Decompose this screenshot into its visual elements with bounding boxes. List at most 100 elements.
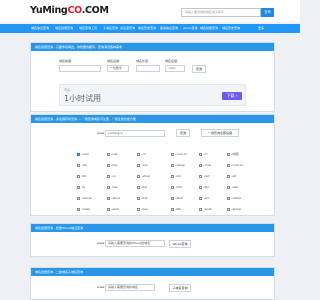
suffix-checkbox[interactable]: .ltd [77, 174, 86, 178]
checkbox-box[interactable] [227, 152, 230, 156]
suffix-checkbox[interactable]: .vip [77, 163, 87, 167]
checkbox-box[interactable] [137, 207, 140, 211]
suffix-checkbox[interactable]: .中国 [227, 152, 238, 156]
checkbox-box[interactable] [199, 196, 202, 200]
suffix-checkbox[interactable]: .com.cn [171, 152, 187, 156]
suffix-checkbox[interactable]: .club [199, 163, 211, 167]
suffix-query-button[interactable]: 查询 [176, 129, 190, 137]
checkbox-box[interactable] [107, 174, 110, 178]
nav-item-9[interactable]: 域名批量查询 [200, 24, 218, 33]
checkbox-box[interactable] [227, 163, 230, 167]
nav-item-3[interactable]: 域名查询工具 [79, 24, 97, 33]
checkbox-box[interactable] [107, 207, 110, 211]
checkbox-box[interactable] [137, 174, 140, 178]
suffix-checkbox[interactable]: .biz [199, 185, 209, 189]
checkbox-box[interactable] [77, 152, 80, 156]
whois-query-button[interactable]: Whois查询 [169, 240, 191, 248]
subdomain-query-button[interactable]: 子域名查询 [169, 284, 191, 292]
checkbox-box[interactable] [199, 152, 202, 156]
suffix-checkbox[interactable]: .xyz [137, 163, 148, 167]
checkbox-box[interactable] [77, 174, 80, 178]
suffix-checkbox[interactable]: .link [137, 196, 148, 200]
ad-download-button[interactable]: 下载 › [222, 92, 242, 100]
prefix-input[interactable] [59, 65, 101, 72]
checkbox-box[interactable] [77, 185, 80, 189]
header-search-input[interactable]: 请输入要查询的域名或关键字 [181, 8, 261, 17]
checkbox-box[interactable] [137, 152, 140, 156]
checkbox-box[interactable] [137, 163, 140, 167]
suffix-checkbox[interactable]: .co [107, 174, 116, 178]
suffix-checkbox[interactable]: .online [77, 196, 92, 200]
checkbox-box[interactable] [171, 196, 174, 200]
domain-input[interactable]: yumingco [105, 130, 165, 137]
checkbox-box[interactable] [107, 163, 110, 167]
suffix-checkbox[interactable]: .work [199, 207, 212, 211]
suffix-checkbox[interactable]: .fun [137, 185, 147, 189]
checkbox-box[interactable] [77, 196, 80, 200]
suffix-checkbox[interactable]: .life [171, 207, 181, 211]
suffix-checkbox[interactable]: .pro [199, 196, 209, 200]
suffix-checkbox[interactable]: .live [137, 207, 148, 211]
suffix-checkbox[interactable]: .shop [137, 174, 150, 178]
checkbox-box[interactable] [171, 207, 174, 211]
header-search-button[interactable]: 查询 [261, 8, 274, 17]
checkbox-box[interactable] [77, 163, 80, 167]
suffix-checkbox[interactable]: .tv [77, 185, 85, 189]
nav-item-1[interactable]: 域名信息查询 [31, 24, 49, 33]
batch-query-button[interactable]: 查询 [192, 65, 206, 73]
checkbox-box[interactable] [171, 185, 174, 189]
suffix-checkbox[interactable]: .name [227, 196, 241, 200]
type-select[interactable]: 一位数字 [107, 65, 129, 72]
suffix-checkbox[interactable]: .me [107, 185, 117, 189]
checkbox-box[interactable] [107, 196, 110, 200]
suffix-checkbox[interactable]: .cc [199, 152, 208, 156]
nav-item-6[interactable]: 域名历史查询 [138, 24, 156, 33]
suffix-checkbox[interactable]: .com [77, 152, 89, 156]
suffix-checkbox[interactable]: .mobi [77, 207, 90, 211]
suffix-checkbox[interactable]: .com.cn [227, 163, 243, 167]
suffix-checkbox[interactable]: .net [107, 152, 117, 156]
nav-item-7[interactable]: 备案信息查询 [160, 24, 178, 33]
nav-item-5[interactable]: 关注度查询 [120, 24, 135, 33]
suffix-checkbox[interactable]: .asia [107, 207, 119, 211]
checkbox-box[interactable] [227, 185, 230, 189]
checkbox-box[interactable] [171, 174, 174, 178]
checkbox-box[interactable] [227, 196, 230, 200]
nav-item-8[interactable]: whois查询 [183, 24, 198, 33]
checkbox-box[interactable] [199, 207, 202, 211]
nav-item-4[interactable]: 子域名查询 [103, 24, 118, 33]
checkbox-box[interactable] [77, 207, 80, 211]
nav-item-10[interactable]: 域名历史查询 [222, 24, 240, 33]
suffix-checkbox[interactable]: .art [227, 174, 237, 178]
checkbox-box[interactable] [171, 163, 174, 167]
checkbox-box[interactable] [227, 174, 230, 178]
suffix-checkbox[interactable]: .cn [137, 152, 146, 156]
checkbox-box[interactable] [199, 163, 202, 167]
checkbox-box[interactable] [199, 174, 202, 178]
checkbox-box[interactable] [137, 185, 140, 189]
suffix-checkbox[interactable]: .store [107, 196, 120, 200]
site-logo[interactable]: YuMingCO.COM [30, 5, 109, 16]
suffix-checkbox[interactable]: .wang [171, 163, 185, 167]
suffix-checkbox[interactable]: .tech [171, 196, 183, 200]
checkbox-box[interactable] [171, 152, 174, 156]
checkbox-box[interactable] [107, 152, 110, 156]
query-all-suffix-button[interactable]: 一键查询全部后缀 [201, 129, 239, 137]
ad-banner[interactable]: 节点 1小时试用 下载 › [59, 84, 246, 106]
suffix-checkbox[interactable]: .group [227, 207, 241, 211]
suffix-checkbox[interactable]: .ink [171, 174, 181, 178]
suffix-checkbox[interactable]: .red [199, 174, 209, 178]
subdomain-input[interactable]: 请输入需要查询的域名 [105, 284, 155, 291]
checkbox-box[interactable] [137, 196, 140, 200]
checkbox-box[interactable] [199, 185, 202, 189]
checkbox-box[interactable] [227, 207, 230, 211]
checkbox-box[interactable] [107, 185, 110, 189]
suffix-checkbox[interactable]: .info [171, 185, 182, 189]
suffix-checkbox[interactable]: .site [227, 185, 238, 189]
nav-item-2[interactable]: 域名批量查询 [55, 24, 73, 33]
nav-item-11[interactable]: 更多 [258, 24, 264, 33]
suffix-checkbox[interactable]: .top [107, 163, 117, 167]
length-input[interactable] [136, 65, 160, 72]
suffix-select[interactable]: .com [165, 65, 185, 72]
whois-input[interactable]: 请输入需要查询的Whois的域名 [105, 240, 165, 247]
